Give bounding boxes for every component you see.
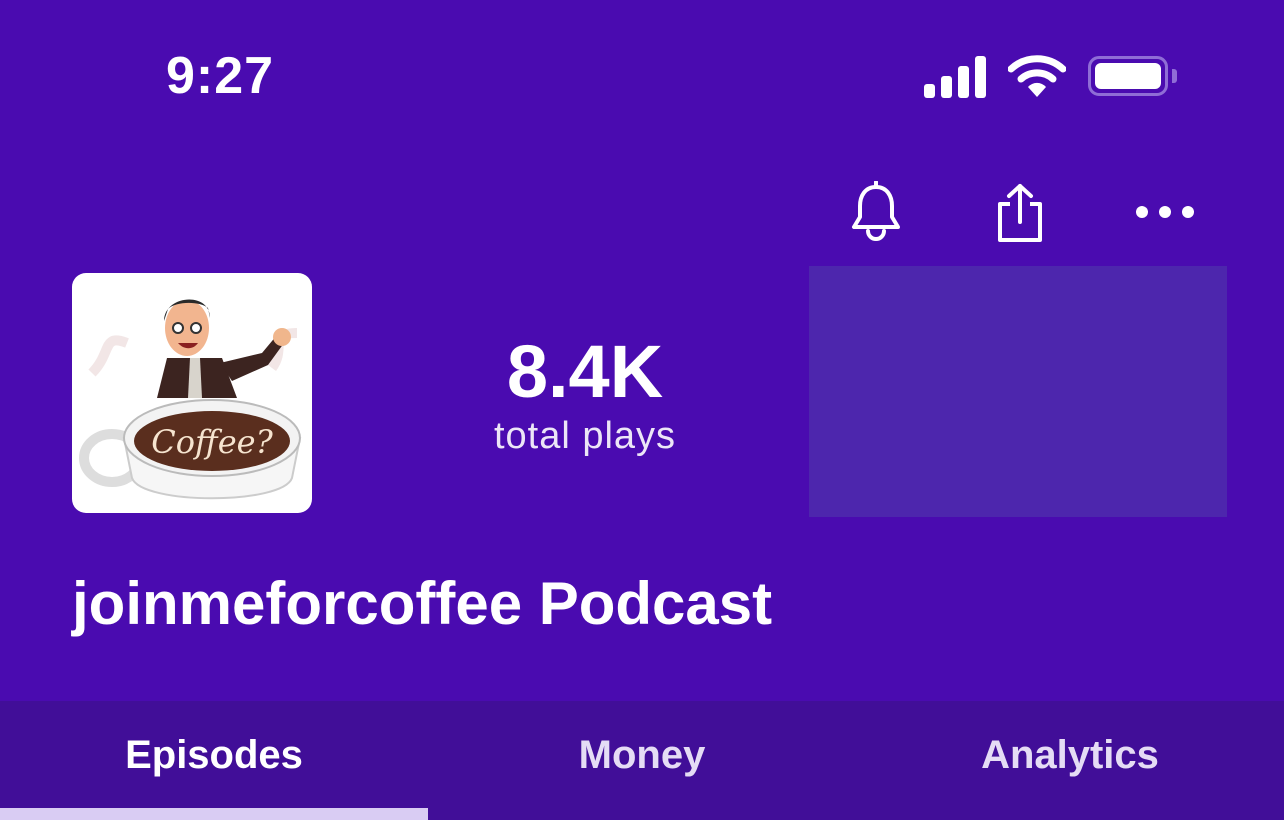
cellular-signal-icon <box>924 56 986 98</box>
total-plays-value: 8.4K <box>506 330 664 413</box>
wifi-icon <box>1008 55 1066 97</box>
total-plays-label: total plays <box>493 415 677 457</box>
status-bar: 9:27 <box>0 0 1284 150</box>
tab-money[interactable]: Money <box>428 701 856 820</box>
status-time: 9:27 <box>166 47 275 105</box>
tab-analytics[interactable]: Analytics <box>856 701 1284 820</box>
active-tab-indicator <box>0 808 428 820</box>
podcast-title: joinmeforcoffee Podcast <box>72 570 773 637</box>
more-icon[interactable] <box>1130 190 1200 234</box>
total-plays-stat: 8.4K total plays <box>430 330 740 458</box>
battery-icon <box>1088 56 1178 98</box>
tab-episodes[interactable]: Episodes <box>0 701 428 820</box>
tab-bar: Episodes Money Analytics <box>0 701 1284 820</box>
status-icons <box>924 52 1178 102</box>
share-icon[interactable] <box>990 182 1050 244</box>
placeholder-panel <box>809 266 1227 517</box>
cover-lettering: Coffee? <box>151 423 273 461</box>
bell-icon[interactable] <box>846 180 906 244</box>
podcast-cover-image: Coffee? <box>72 273 312 513</box>
